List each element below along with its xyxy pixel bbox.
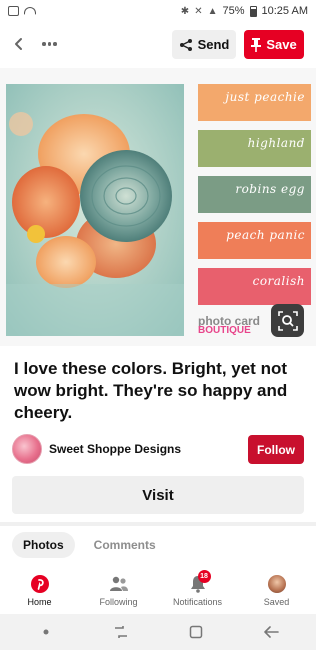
swatch-just-peachie: just peachie [198,84,311,121]
signal-icon: ▲ [207,5,218,17]
pinterest-logo-icon [30,574,50,594]
magnifier-icon [277,310,298,331]
bottom-nav: Home Following 18 Notifications Saved [0,566,316,614]
status-left [8,6,36,16]
tab-photos[interactable]: Photos [12,532,75,558]
back-icon[interactable] [251,617,291,647]
watermark-logo: photo card BOUTIQUE [198,315,260,336]
swatch-label: robins egg [235,182,305,196]
system-dot-icon[interactable] [26,617,66,647]
save-label: Save [266,37,297,52]
send-label: Send [197,37,230,52]
swatch-robins-egg: robins egg [198,176,311,213]
bluetooth-icon: ✱ [180,5,190,17]
system-nav-bar [0,614,316,650]
share-icon [179,38,192,51]
battery-icon [249,5,257,17]
creator-avatar[interactable] [12,434,42,464]
profile-avatar-icon [267,574,287,594]
pin-description: I love these colors. Bright, yet not wow… [14,359,288,422]
top-toolbar: Send Save [0,22,316,66]
wifi-icon [24,7,36,15]
send-button[interactable]: Send [172,30,236,59]
swatch-peach-panic: peach panic [198,222,311,259]
creator-row: Sweet Shoppe Designs Follow [12,432,304,466]
follow-button[interactable]: Follow [248,435,304,464]
nav-label-following: Following [99,597,138,607]
battery-percent: 75% [222,5,245,17]
save-button[interactable]: Save [244,30,304,59]
visit-button[interactable]: Visit [12,476,304,514]
creator-name[interactable]: Sweet Shoppe Designs [49,442,181,456]
color-swatches: just peachie highland robins egg peach p… [198,84,311,314]
swatch-label: highland [247,136,305,150]
nav-following[interactable]: Following [79,566,158,614]
swatch-coralish: coralish [198,268,311,305]
divider [0,522,316,526]
nav-label-saved: Saved [263,597,290,607]
people-icon [109,574,129,594]
bell-icon: 18 [188,570,211,594]
mute-icon: ✕ [194,5,203,17]
more-options-icon[interactable] [42,42,62,46]
status-bar: ✱ ✕ ▲ 75% 10:25 AM [0,0,316,22]
clock: 10:25 AM [261,5,308,17]
bouquet-photo [6,84,184,336]
visual-search-button[interactable] [271,304,304,337]
nav-saved[interactable]: Saved [237,566,316,614]
home-square-icon[interactable] [176,617,216,647]
recent-apps-icon[interactable] [101,617,141,647]
watermark-line2: BOUTIQUE [198,325,251,336]
swatch-highland: highland [198,130,311,167]
nav-notifications[interactable]: 18 Notifications [158,566,237,614]
notification-badge: 18 [197,570,211,583]
swatch-label: coralish [252,274,305,288]
back-arrow-icon[interactable] [8,33,30,55]
pin-icon [251,37,262,52]
tab-comments[interactable]: Comments [83,532,167,558]
nav-label-notifications: Notifications [172,597,223,607]
status-right: ✱ ✕ ▲ 75% 10:25 AM [181,5,308,17]
content-tabs: Photos Comments [12,532,167,558]
gallery-icon [8,6,19,16]
swatch-label: just peachie [225,90,305,104]
nav-home[interactable]: Home [0,566,79,614]
swatch-label: peach panic [226,228,305,242]
pin-image[interactable]: just peachie highland robins egg peach p… [0,68,316,346]
nav-label-home: Home [27,597,52,607]
